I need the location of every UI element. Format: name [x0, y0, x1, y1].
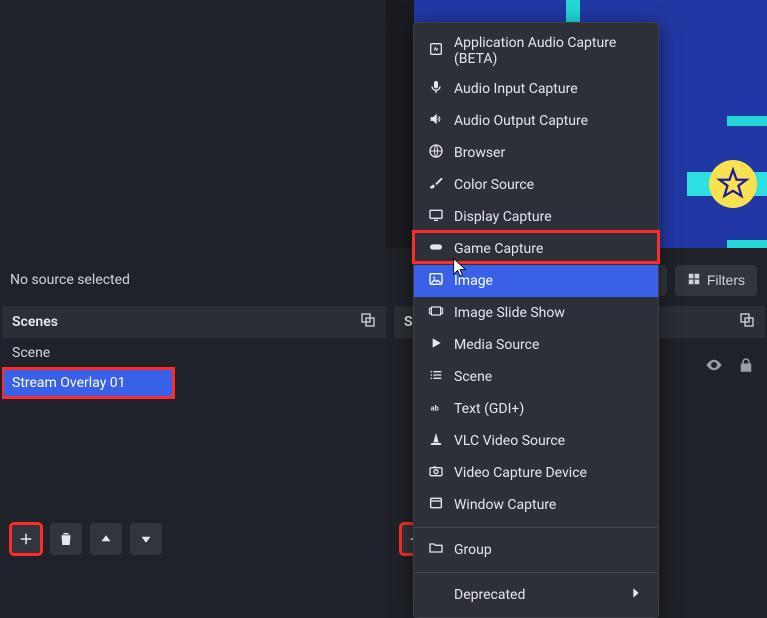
decorative-stroke: [727, 116, 767, 126]
scene-item[interactable]: Scene: [2, 338, 386, 368]
menu-item-label: Audio Output Capture: [454, 113, 588, 129]
mic-icon: [428, 79, 444, 99]
menu-item-label: Game Capture: [454, 241, 543, 257]
add-source-menu: Application Audio Capture (BETA) Audio I…: [413, 22, 659, 618]
filters-label: Filters: [707, 272, 745, 288]
star-graphic: [709, 160, 757, 208]
decorative-stroke: [727, 240, 767, 248]
dock-icon[interactable]: [360, 312, 376, 332]
menu-item-app-audio[interactable]: Application Audio Capture (BETA): [414, 29, 658, 73]
scene-item-label: Stream Overlay 01: [12, 375, 126, 391]
menu-item-audio-input[interactable]: Audio Input Capture: [414, 73, 658, 105]
menu-item-image[interactable]: Image: [414, 265, 658, 297]
move-scene-down-button[interactable]: [130, 523, 162, 555]
display-icon: [428, 207, 444, 227]
slideshow-icon: [428, 303, 444, 323]
menu-item-label: Image Slide Show: [454, 305, 565, 321]
menu-item-audio-output[interactable]: Audio Output Capture: [414, 105, 658, 137]
menu-item-deprecated[interactable]: Deprecated: [414, 579, 658, 611]
status-text: No source selected: [10, 272, 130, 288]
vlc-icon: [428, 431, 444, 451]
play-icon: [428, 335, 444, 355]
menu-item-label: Display Capture: [454, 209, 552, 225]
window-icon: [428, 495, 444, 515]
lock-icon[interactable]: [737, 356, 755, 378]
image-icon: [428, 271, 444, 291]
brush-icon: [428, 175, 444, 195]
scenes-toolbar: [4, 521, 168, 557]
filters-icon: [687, 272, 701, 289]
add-scene-button[interactable]: [10, 523, 42, 555]
text-icon: ab: [428, 399, 444, 419]
menu-item-label: Media Source: [454, 337, 539, 353]
scene-item-selected[interactable]: Stream Overlay 01: [2, 368, 174, 398]
menu-item-scene[interactable]: Scene: [414, 361, 658, 393]
dock-icon[interactable]: [739, 312, 755, 332]
scenes-title: Scenes: [12, 314, 58, 330]
menu-item-image-slideshow[interactable]: Image Slide Show: [414, 297, 658, 329]
camera-icon: [428, 463, 444, 483]
scene-item-label: Scene: [12, 345, 50, 361]
remove-scene-button[interactable]: [50, 523, 82, 555]
source-visibility-controls: [705, 356, 755, 378]
menu-item-label: Deprecated: [454, 587, 525, 603]
menu-item-label: Video Capture Device: [454, 465, 587, 481]
chevron-right-icon: [628, 585, 644, 605]
menu-item-text[interactable]: ab Text (GDI+): [414, 393, 658, 425]
speaker-icon: [428, 111, 444, 131]
menu-item-label: Scene: [454, 369, 492, 385]
folder-icon: [428, 540, 444, 560]
menu-item-label: Window Capture: [454, 497, 556, 513]
menu-item-group[interactable]: Group: [414, 534, 658, 566]
menu-separator: [414, 527, 658, 528]
menu-item-window-capture[interactable]: Window Capture: [414, 489, 658, 521]
gamepad-icon: [428, 239, 444, 259]
menu-item-video-capture[interactable]: Video Capture Device: [414, 457, 658, 489]
menu-item-label: Browser: [454, 145, 505, 161]
list-icon: [428, 367, 444, 387]
menu-item-label: Color Source: [454, 177, 534, 193]
menu-item-label: VLC Video Source: [454, 433, 565, 449]
move-scene-up-button[interactable]: [90, 523, 122, 555]
menu-item-media-source[interactable]: Media Source: [414, 329, 658, 361]
menu-item-vlc[interactable]: VLC Video Source: [414, 425, 658, 457]
globe-icon: [428, 143, 444, 163]
menu-item-browser[interactable]: Browser: [414, 137, 658, 169]
filters-button[interactable]: Filters: [675, 265, 757, 296]
menu-item-label: Audio Input Capture: [454, 81, 578, 97]
eye-icon[interactable]: [705, 356, 723, 378]
menu-item-label: Image: [454, 273, 493, 289]
app-audio-icon: [428, 41, 444, 61]
menu-item-label: Group: [454, 542, 492, 558]
menu-item-color-source[interactable]: Color Source: [414, 169, 658, 201]
menu-item-game-capture[interactable]: Game Capture: [414, 233, 658, 265]
menu-item-label: Text (GDI+): [454, 401, 524, 417]
menu-item-label: Application Audio Capture (BETA): [454, 35, 644, 67]
svg-text:ab: ab: [431, 403, 439, 412]
menu-item-display-capture[interactable]: Display Capture: [414, 201, 658, 233]
scenes-header: Scenes: [2, 306, 386, 338]
menu-separator: [414, 572, 658, 573]
